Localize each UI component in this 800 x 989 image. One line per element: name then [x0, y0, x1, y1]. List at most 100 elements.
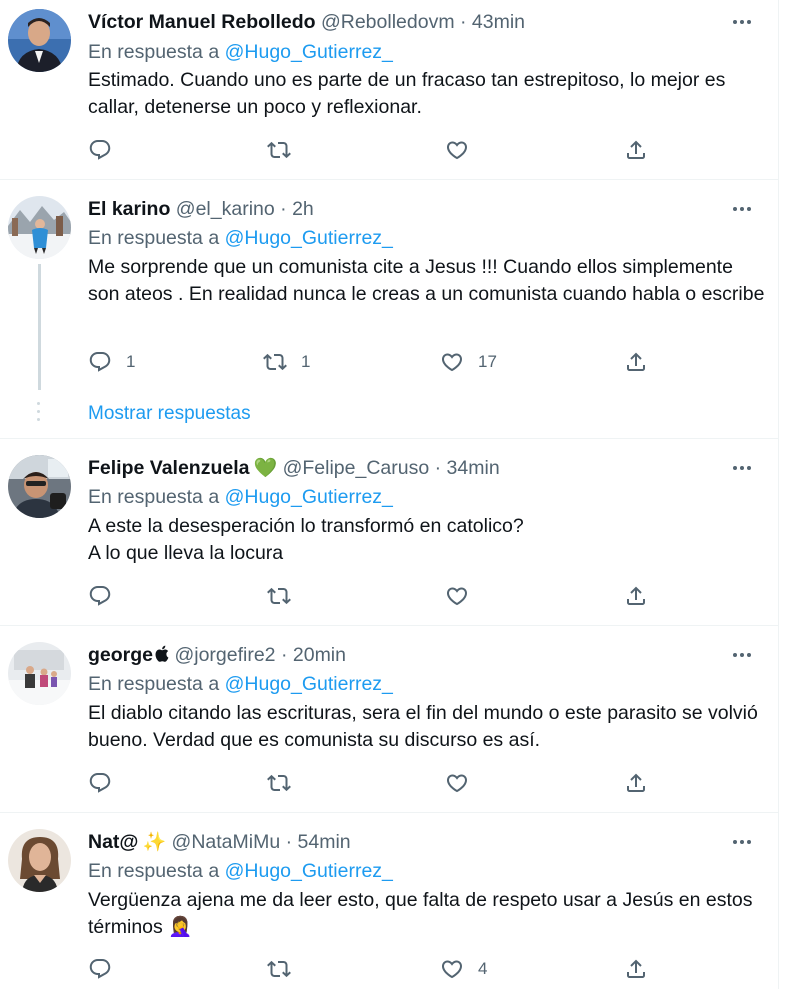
- reply-prefix: En respuesta a: [88, 860, 220, 882]
- tweet-text-line: El diablo citando las escrituras, sera e…: [88, 702, 758, 751]
- show-replies-link[interactable]: Mostrar respuestas: [88, 401, 251, 427]
- reply-button[interactable]: [88, 581, 112, 611]
- tweet[interactable]: El karino @el_karino · 2h En respuesta a…: [0, 180, 778, 438]
- like-button[interactable]: [445, 768, 469, 798]
- reply-icon: [88, 138, 112, 162]
- tweet[interactable]: Víctor Manuel Rebolledo @Rebolledovm · 4…: [0, 0, 778, 178]
- author-name[interactable]: george: [88, 644, 153, 666]
- like-button[interactable]: 4: [440, 954, 487, 984]
- heart-icon: [440, 350, 464, 374]
- author-handle[interactable]: @NataMiMu: [172, 831, 281, 853]
- avatar[interactable]: [8, 196, 71, 259]
- reply-prefix: En respuesta a: [88, 486, 220, 508]
- share-icon: [624, 771, 648, 795]
- timestamp[interactable]: 54min: [298, 831, 351, 853]
- more-options-icon[interactable]: [730, 643, 754, 667]
- author-name[interactable]: Víctor Manuel Rebolledo: [88, 11, 316, 33]
- author-handle[interactable]: @el_karino: [176, 198, 275, 220]
- timestamp[interactable]: 20min: [293, 644, 346, 666]
- reply-mention-link[interactable]: @Hugo_Gutierrez_: [225, 227, 393, 249]
- tweet-header: Felipe Valenzuela 💚 @Felipe_Caruso · 34mi…: [88, 455, 738, 481]
- like-count: 4: [478, 959, 488, 978]
- tweet[interactable]: george @jorgefire2 · 20min En respuesta …: [0, 626, 778, 811]
- retweet-button[interactable]: 1: [263, 347, 310, 377]
- tweet-text-line: Me sorprende que un comunista cite a Jes…: [88, 256, 765, 305]
- tweet-actions: [88, 135, 668, 165]
- share-button[interactable]: [624, 768, 648, 798]
- like-button[interactable]: [445, 135, 469, 165]
- separator: ·: [459, 11, 467, 33]
- tweet-header: Víctor Manuel Rebolledo @Rebolledovm · 4…: [88, 9, 738, 35]
- retweet-count: 1: [301, 352, 311, 371]
- reply-mention-link[interactable]: @Hugo_Gutierrez_: [225, 41, 393, 63]
- reply-button[interactable]: 1: [88, 347, 135, 377]
- reply-button[interactable]: [88, 954, 112, 984]
- more-options-icon[interactable]: [730, 830, 754, 854]
- sparkles-emoji: ✨: [142, 832, 167, 853]
- timestamp[interactable]: 34min: [447, 457, 500, 479]
- share-icon: [624, 138, 648, 162]
- author-handle[interactable]: @jorgefire2: [174, 644, 275, 666]
- reply-mention-link[interactable]: @Hugo_Gutierrez_: [225, 860, 393, 882]
- more-options-icon[interactable]: [730, 456, 754, 480]
- retweet-icon: [267, 771, 291, 795]
- timestamp[interactable]: 2h: [292, 198, 314, 220]
- tweet[interactable]: Nat@ ✨ @NataMiMu · 54min En respuesta a @…: [0, 813, 778, 989]
- tweet-header: El karino @el_karino · 2h: [88, 196, 738, 222]
- tweet-text-line: Estimado. Cuando uno es parte de un frac…: [88, 69, 726, 118]
- heart-icon: [440, 957, 464, 981]
- reply-button[interactable]: [88, 768, 112, 798]
- heart-icon: [445, 584, 469, 608]
- separator: ·: [280, 198, 287, 220]
- reply-prefix: En respuesta a: [88, 41, 220, 63]
- author-name[interactable]: Nat@: [88, 831, 138, 853]
- green-heart-emoji: 💚: [253, 458, 278, 479]
- reply-icon: [88, 771, 112, 795]
- reply-mention-link[interactable]: @Hugo_Gutierrez_: [225, 486, 393, 508]
- reply-prefix: En respuesta a: [88, 227, 220, 249]
- more-options-icon[interactable]: [730, 10, 754, 34]
- more-options-icon[interactable]: [730, 197, 754, 221]
- author-name[interactable]: Felipe Valenzuela: [88, 457, 249, 479]
- retweet-icon: [263, 350, 287, 374]
- author-name[interactable]: El karino: [88, 198, 170, 220]
- avatar[interactable]: [8, 9, 71, 72]
- tweet[interactable]: Felipe Valenzuela 💚 @Felipe_Caruso · 34mi…: [0, 439, 778, 624]
- reply-button[interactable]: [88, 135, 112, 165]
- like-button[interactable]: [445, 581, 469, 611]
- thread-line: [38, 264, 41, 390]
- share-button[interactable]: [624, 347, 648, 377]
- avatar[interactable]: [8, 829, 71, 892]
- tweet-text: Me sorprende que un comunista cite a Jes…: [88, 254, 768, 307]
- share-button[interactable]: [624, 135, 648, 165]
- share-icon: [624, 350, 648, 374]
- reply-icon: [88, 350, 112, 374]
- retweet-icon: [267, 138, 291, 162]
- author-handle[interactable]: @Felipe_Caruso: [283, 457, 430, 479]
- avatar[interactable]: [8, 455, 71, 518]
- reply-prefix: En respuesta a: [88, 673, 220, 695]
- retweet-icon: [267, 584, 291, 608]
- reply-mention-link[interactable]: @Hugo_Gutierrez_: [225, 673, 393, 695]
- reply-context: En respuesta a @Hugo_Gutierrez_: [88, 671, 393, 697]
- reply-context: En respuesta a @Hugo_Gutierrez_: [88, 858, 393, 884]
- retweet-button[interactable]: [267, 768, 291, 798]
- tweet-header: Nat@ ✨ @NataMiMu · 54min: [88, 829, 738, 855]
- tweet-text-line: A este la desesperación lo transformó en…: [88, 515, 524, 537]
- tweet-header: george @jorgefire2 · 20min: [88, 642, 738, 668]
- avatar[interactable]: [8, 642, 71, 705]
- thread-dots: [37, 402, 40, 426]
- tweet-text-line: A lo que lleva la locura: [88, 541, 284, 564]
- share-button[interactable]: [624, 954, 648, 984]
- reply-icon: [88, 957, 112, 981]
- author-handle[interactable]: @Rebolledovm: [321, 11, 455, 33]
- retweet-button[interactable]: [267, 135, 291, 165]
- timestamp[interactable]: 43min: [472, 11, 525, 33]
- retweet-icon: [267, 957, 291, 981]
- tweet-actions: [88, 581, 668, 611]
- separator: ·: [280, 644, 288, 666]
- retweet-button[interactable]: [267, 954, 291, 984]
- like-button[interactable]: 17: [440, 347, 497, 377]
- retweet-button[interactable]: [267, 581, 291, 611]
- share-button[interactable]: [624, 581, 648, 611]
